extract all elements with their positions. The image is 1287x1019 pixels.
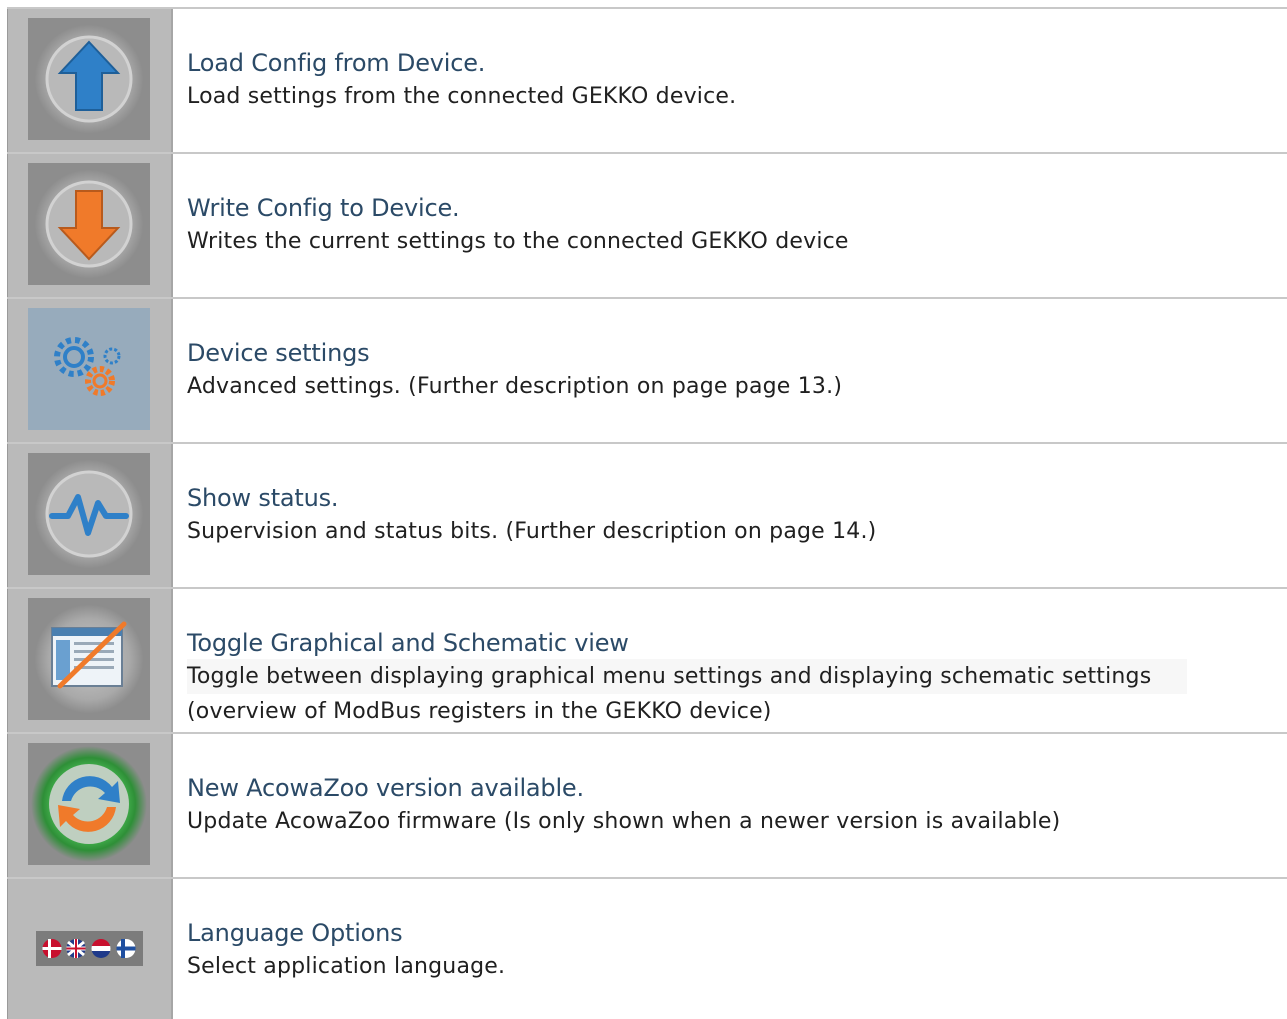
legend-row: Show status. Supervision and status bits…	[7, 442, 1287, 587]
upload-arrow-icon	[28, 18, 150, 140]
item-title: Write Config to Device.	[187, 194, 460, 222]
toggle-view-icon	[28, 598, 150, 720]
legend-row: New AcowaZoo version available. Update A…	[7, 732, 1287, 877]
gears-icon	[28, 308, 150, 430]
language-flags-icon	[36, 931, 143, 966]
legend-row: Device settings Advanced settings. (Furt…	[7, 297, 1287, 442]
legend-row: Load Config from Device. Load settings f…	[7, 7, 1287, 152]
icon-cell	[7, 734, 173, 877]
icon-cell	[7, 9, 173, 152]
text-cell: Show status. Supervision and status bits…	[187, 482, 1287, 549]
flag-denmark-icon	[42, 939, 62, 958]
item-description: Update AcowaZoo firmware (Is only shown …	[187, 809, 1061, 834]
item-title: Language Options	[187, 919, 403, 947]
download-arrow-icon	[28, 163, 150, 285]
text-cell: Device settings Advanced settings. (Furt…	[187, 337, 1287, 404]
text-cell: Language Options Select application lang…	[187, 917, 1287, 984]
legend-row: Toggle Graphical and Schematic view Togg…	[7, 587, 1287, 732]
item-description: Load settings from the connected GEKKO d…	[187, 84, 737, 109]
flag-finland-icon	[116, 939, 136, 958]
pulse-icon	[28, 453, 150, 575]
text-cell: New AcowaZoo version available. Update A…	[187, 772, 1287, 839]
item-description: Select application language.	[187, 954, 506, 979]
item-description: Supervision and status bits. (Further de…	[187, 519, 877, 544]
icon-cell	[7, 299, 173, 442]
item-title: Show status.	[187, 484, 339, 512]
update-sync-icon	[28, 743, 150, 865]
toolbar-legend-table: Load Config from Device. Load settings f…	[7, 7, 1287, 1019]
icon-cell	[7, 154, 173, 297]
text-cell: Load Config from Device. Load settings f…	[187, 47, 1287, 114]
item-description-line2: (overview of ModBus registers in the GEK…	[187, 699, 772, 724]
legend-row: Language Options Select application lang…	[7, 877, 1287, 1019]
icon-cell	[7, 589, 173, 732]
item-description: Advanced settings. (Further description …	[187, 374, 843, 399]
icon-cell	[7, 879, 173, 1019]
item-description-line1: Toggle between displaying graphical menu…	[187, 659, 1187, 694]
item-title: Device settings	[187, 339, 370, 367]
item-title: Toggle Graphical and Schematic view	[187, 629, 629, 657]
text-cell: Write Config to Device. Writes the curre…	[187, 192, 1287, 259]
item-title: Load Config from Device.	[187, 49, 486, 77]
text-cell: Toggle Graphical and Schematic view Togg…	[187, 627, 1287, 729]
legend-row: Write Config to Device. Writes the curre…	[7, 152, 1287, 297]
item-title: New AcowaZoo version available.	[187, 774, 584, 802]
flag-uk-icon	[66, 939, 86, 958]
item-description: Writes the current settings to the conne…	[187, 229, 849, 254]
icon-cell	[7, 444, 173, 587]
